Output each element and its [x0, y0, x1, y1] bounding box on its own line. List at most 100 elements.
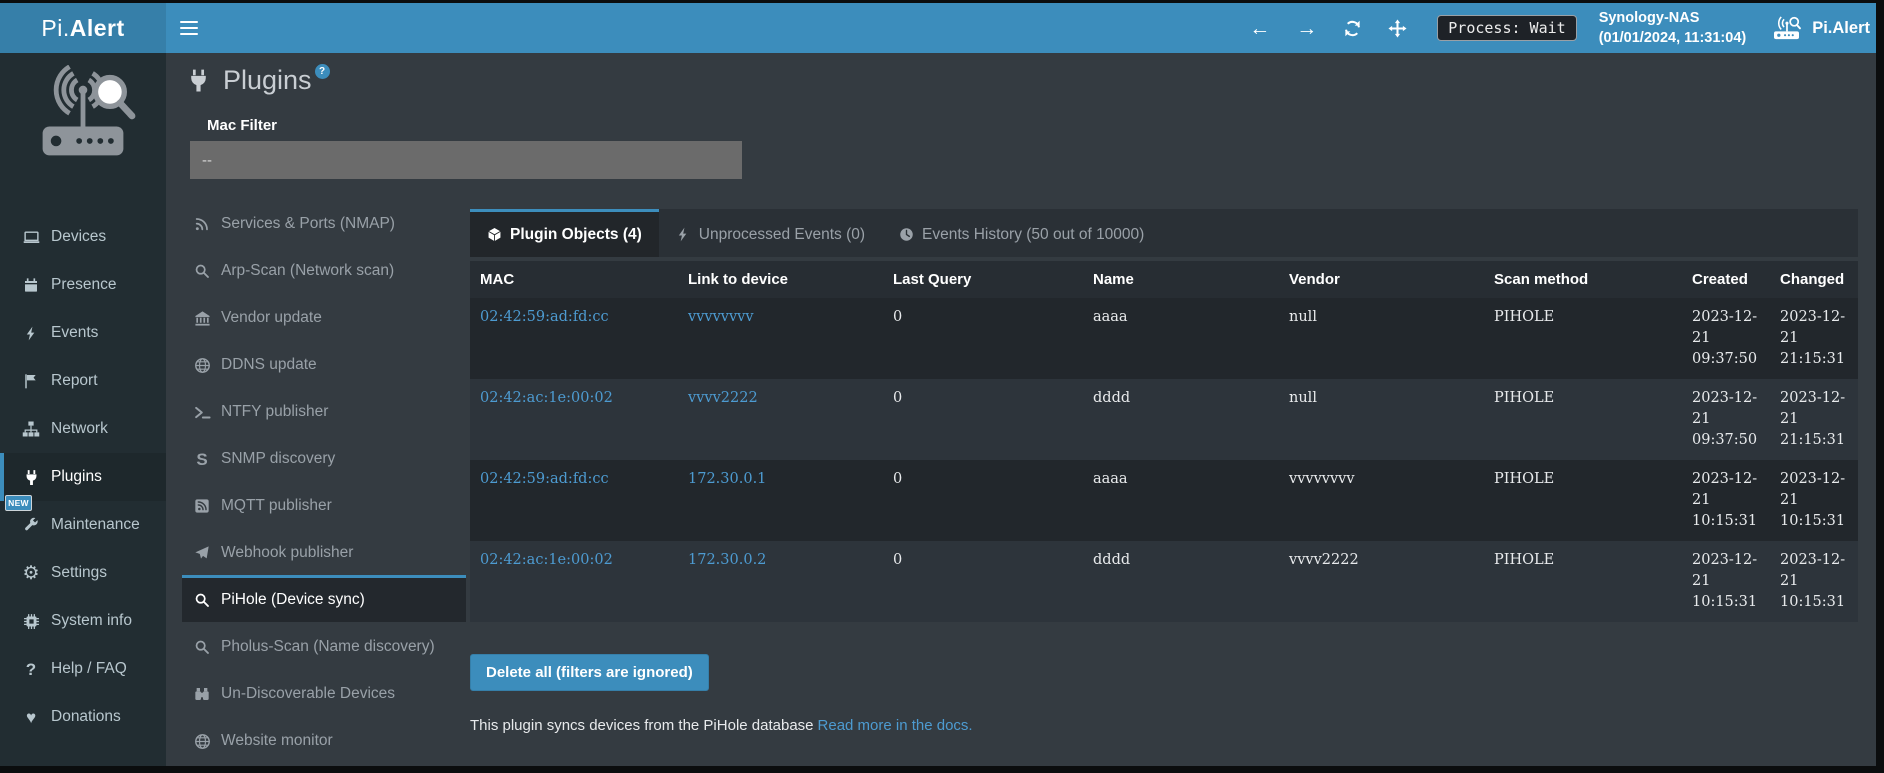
- sitemap-icon: [20, 420, 42, 438]
- nav-back-icon[interactable]: ←: [1249, 18, 1270, 39]
- s-icon: S: [192, 451, 212, 468]
- laptop-icon: [20, 229, 42, 246]
- vendor-cell: null: [1279, 379, 1484, 460]
- sidebar-item-report[interactable]: Report: [0, 357, 166, 405]
- plugin-objects-table: MAC Link to device Last Query Name Vendo…: [470, 261, 1858, 622]
- column-header-changed: Changed: [1770, 261, 1858, 298]
- sidebar-item-settings[interactable]: ⚙ Settings: [0, 549, 166, 597]
- plugin-nav-item-website-monitor[interactable]: Website monitor: [182, 716, 466, 763]
- brand-logo[interactable]: Pi.Alert: [0, 3, 166, 53]
- plug-icon: [20, 469, 42, 486]
- device-link[interactable]: 172.30.0.1: [688, 471, 766, 487]
- calendar-icon: [20, 277, 42, 293]
- table-row: 02:42:ac:1e:00:02 172.30.0.2 0 dddd vvvv…: [470, 541, 1858, 622]
- bank-icon: [192, 310, 212, 327]
- table-row: 02:42:ac:1e:00:02 vvvv2222 0 dddd null P…: [470, 379, 1858, 460]
- nav-forward-icon[interactable]: →: [1296, 18, 1317, 39]
- sidebar: Devices Presence Events Report Network P…: [0, 53, 166, 773]
- last-query-cell: 0: [883, 379, 1083, 460]
- plugin-nav-item-vendor-update[interactable]: Vendor update: [182, 293, 466, 340]
- table-header-row: MAC Link to device Last Query Name Vendo…: [470, 261, 1858, 298]
- pialert-logo: [0, 65, 166, 165]
- last-query-cell: 0: [883, 541, 1083, 622]
- bolt-icon: [20, 326, 42, 341]
- mac-link[interactable]: 02:42:59:ad:fd:cc: [480, 309, 609, 325]
- vendor-cell: null: [1279, 298, 1484, 379]
- plugin-nav-item-webhook-publisher[interactable]: Webhook publisher: [182, 528, 466, 575]
- sidebar-menu: Devices Presence Events Report Network P…: [0, 213, 166, 741]
- mac-filter-input[interactable]: [190, 141, 742, 179]
- tab-plugin-objects[interactable]: Plugin Objects (4): [470, 209, 659, 257]
- name-cell: dddd: [1083, 541, 1279, 622]
- plugin-description: This plugin syncs devices from the PiHol…: [470, 717, 1858, 734]
- cube-icon: [487, 227, 502, 242]
- plugin-nav-item-ntfy-publisher[interactable]: NTFY publisher: [182, 387, 466, 434]
- plugin-nav-item-snmp-discovery[interactable]: S SNMP discovery: [182, 434, 466, 481]
- plugin-content: Plugin Objects (4) Unprocessed Events (0…: [470, 209, 1858, 734]
- page-title: Plugins: [223, 65, 312, 96]
- delete-all-button[interactable]: Delete all (filters are ignored): [470, 654, 709, 691]
- name-cell: aaaa: [1083, 298, 1279, 379]
- gear-icon: ⚙: [20, 564, 42, 583]
- sidebar-item-devices[interactable]: Devices: [0, 213, 166, 261]
- tab-events-history[interactable]: Events History (50 out of 10000): [882, 209, 1161, 257]
- created-cell: 2023-12-21 10:15:31: [1682, 541, 1770, 622]
- heart-icon: ♥: [20, 709, 42, 726]
- signal-icon: [192, 216, 212, 232]
- window-edge-top: [0, 0, 1884, 3]
- last-query-cell: 0: [883, 460, 1083, 541]
- move-icon[interactable]: [1388, 19, 1407, 38]
- device-link[interactable]: 172.30.0.2: [688, 552, 766, 568]
- host-name: Synology-NAS: [1599, 10, 1700, 26]
- app-name-label: Pi.Alert: [1812, 19, 1870, 38]
- refresh-icon[interactable]: [1343, 19, 1362, 38]
- mac-filter-label: Mac Filter: [207, 117, 277, 134]
- sidebar-item-presence[interactable]: Presence: [0, 261, 166, 309]
- changed-cell: 2023-12-21 21:15:31: [1770, 379, 1858, 460]
- window-edge-bottom: [0, 766, 1884, 773]
- bolt-icon: [676, 227, 691, 242]
- host-info: Synology-NAS (01/01/2024, 11:31:04): [1599, 8, 1747, 49]
- column-header-last-query: Last Query: [883, 261, 1083, 298]
- router-logo-icon: [1770, 16, 1803, 41]
- sidebar-item-network[interactable]: Network: [0, 405, 166, 453]
- column-header-scan-method: Scan method: [1484, 261, 1682, 298]
- plugin-nav-item-arp-scan[interactable]: Arp-Scan (Network scan): [182, 246, 466, 293]
- menu-toggle-button[interactable]: [166, 3, 212, 53]
- plugin-nav-item-mqtt-publisher[interactable]: MQTT publisher: [182, 481, 466, 528]
- mac-link[interactable]: 02:42:ac:1e:00:02: [480, 552, 613, 568]
- sidebar-item-events[interactable]: Events: [0, 309, 166, 357]
- sidebar-item-system-info[interactable]: System info: [0, 597, 166, 645]
- created-cell: 2023-12-21 09:37:50: [1682, 298, 1770, 379]
- column-header-link: Link to device: [678, 261, 883, 298]
- rss-square-icon: [192, 498, 212, 514]
- plugin-nav-item-undiscoverable-devices[interactable]: Un-Discoverable Devices: [182, 669, 466, 716]
- plugin-nav-item-ddns-update[interactable]: DDNS update: [182, 340, 466, 387]
- table-row: 02:42:59:ad:fd:cc vvvvvvvv 0 aaaa null P…: [470, 298, 1858, 379]
- window-edge-right: [1876, 0, 1884, 773]
- plugin-nav-item-pihole-device-sync[interactable]: PiHole (Device sync): [182, 575, 466, 622]
- vendor-cell: vvvv2222: [1279, 541, 1484, 622]
- created-cell: 2023-12-21 09:37:50: [1682, 379, 1770, 460]
- created-cell: 2023-12-21 10:15:31: [1682, 460, 1770, 541]
- globe-icon: [192, 357, 212, 374]
- scan-method-cell: PIHOLE: [1484, 298, 1682, 379]
- name-cell: aaaa: [1083, 460, 1279, 541]
- plugin-nav-item-pholus-scan[interactable]: Pholus-Scan (Name discovery): [182, 622, 466, 669]
- column-header-mac: MAC: [470, 261, 678, 298]
- terminal-icon: [192, 404, 212, 421]
- search-icon: [192, 592, 212, 608]
- read-more-link[interactable]: Read more in the docs.: [818, 717, 973, 734]
- sidebar-item-help-faq[interactable]: ? Help / FAQ: [0, 645, 166, 693]
- sidebar-item-donations[interactable]: ♥ Donations: [0, 693, 166, 741]
- column-header-created: Created: [1682, 261, 1770, 298]
- plugin-nav-item-services-ports[interactable]: Services & Ports (NMAP): [182, 199, 466, 246]
- sidebar-item-plugins[interactable]: Plugins: [0, 453, 166, 501]
- help-badge-icon[interactable]: ?: [315, 64, 330, 79]
- device-link[interactable]: vvvv2222: [688, 390, 758, 406]
- tab-unprocessed-events[interactable]: Unprocessed Events (0): [659, 209, 882, 257]
- device-link[interactable]: vvvvvvvv: [688, 309, 754, 325]
- plugin-nav: Services & Ports (NMAP) Arp-Scan (Networ…: [182, 199, 466, 763]
- mac-link[interactable]: 02:42:ac:1e:00:02: [480, 390, 613, 406]
- mac-link[interactable]: 02:42:59:ad:fd:cc: [480, 471, 609, 487]
